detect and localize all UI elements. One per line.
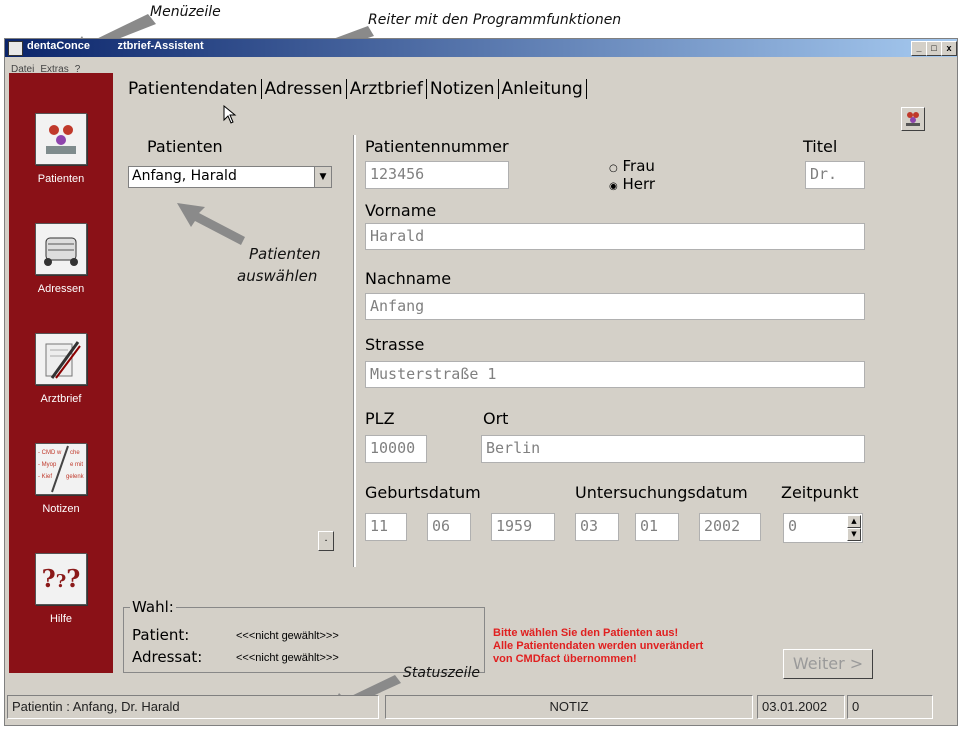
letter-pen-icon bbox=[35, 333, 87, 385]
untersuchungsjahr-field[interactable]: 2002 bbox=[699, 513, 761, 541]
titel-label: Titel bbox=[803, 137, 838, 156]
sidebar-item-hilfe[interactable]: ??? Hilfe bbox=[9, 553, 113, 625]
ort-field[interactable]: Berlin bbox=[481, 435, 865, 463]
app-icon bbox=[8, 41, 23, 56]
radio-frau[interactable]: ○ Frau bbox=[609, 157, 655, 175]
wahl-patient-value: <<<nicht gewählt>>> bbox=[236, 630, 339, 642]
patient-select-value: Anfang, Harald bbox=[132, 168, 237, 184]
radio-circle-icon: ○ bbox=[609, 163, 618, 174]
callout-patienten-1: Patienten bbox=[249, 245, 321, 263]
wahl-group: Wahl: Patient: <<<nicht gewählt>>> Adres… bbox=[123, 598, 485, 673]
maximize-button[interactable]: □ bbox=[926, 41, 942, 56]
wahl-adressat-label: Adressat: bbox=[132, 648, 203, 666]
warning-line-2: Alle Patientendaten werden unverändert bbox=[493, 640, 704, 652]
tab-bar: Patientendaten Adressen Arztbrief Notizen An… bbox=[125, 79, 587, 99]
strasse-field[interactable]: Musterstraße 1 bbox=[365, 361, 865, 388]
strasse-label: Strasse bbox=[365, 335, 425, 354]
callout-arrow-patienten bbox=[177, 203, 245, 245]
radio-frau-label: Frau bbox=[622, 157, 655, 175]
tab-arztbrief[interactable]: Arztbrief bbox=[347, 79, 427, 99]
untersuchungsdatum-label: Untersuchungsdatum bbox=[575, 483, 748, 502]
minimize-button[interactable]: _ bbox=[911, 41, 927, 56]
app-window: dentaConce ztbrief-Assistent _ □ x Datei… bbox=[4, 38, 958, 726]
geburtsjahr-field[interactable]: 1959 bbox=[491, 513, 555, 541]
vorname-label: Vorname bbox=[365, 201, 437, 220]
panel-divider bbox=[353, 135, 356, 567]
zeitpunkt-label: Zeitpunkt bbox=[781, 483, 859, 502]
patients-icon bbox=[35, 113, 87, 165]
wahl-legend: Wahl: bbox=[130, 598, 176, 616]
patient-select[interactable]: Anfang, Harald ▼ bbox=[128, 166, 332, 188]
help-icon: ??? bbox=[35, 553, 87, 605]
untersuchungsmonat-field[interactable]: 01 bbox=[635, 513, 679, 541]
status-count: 0 bbox=[847, 695, 933, 719]
sidebar: Patienten Adressen Arztbrief - CMD w che… bbox=[9, 73, 113, 673]
status-notiz: NOTIZ bbox=[385, 695, 753, 719]
patients-small-button[interactable] bbox=[901, 107, 925, 131]
patients-small-icon bbox=[906, 112, 920, 126]
nachname-field[interactable]: Anfang bbox=[365, 293, 865, 320]
spinner-down-button[interactable]: ▼ bbox=[847, 528, 861, 541]
callout-statuszeile: Statuszeile bbox=[403, 665, 480, 681]
title-bar: dentaConce ztbrief-Assistent _ □ x bbox=[5, 39, 957, 57]
spinner-up-button[interactable]: ▲ bbox=[847, 515, 861, 528]
status-patient: Patientin : Anfang, Dr. Harald bbox=[7, 695, 379, 719]
plz-label: PLZ bbox=[365, 409, 395, 428]
small-dot-button[interactable]: . bbox=[318, 531, 334, 551]
status-date: 03.01.2002 bbox=[757, 695, 845, 719]
radio-herr[interactable]: ◉ Herr bbox=[609, 175, 655, 193]
tab-adressen[interactable]: Adressen bbox=[262, 79, 347, 99]
geburtsmonat-field[interactable]: 06 bbox=[427, 513, 471, 541]
sidebar-item-adressen[interactable]: Adressen bbox=[9, 223, 113, 295]
wahl-adressat-value: <<<nicht gewählt>>> bbox=[236, 652, 339, 664]
untersuchungstag-field[interactable]: 03 bbox=[575, 513, 619, 541]
mouse-cursor-icon bbox=[223, 105, 237, 124]
titel-field[interactable]: Dr. bbox=[805, 161, 865, 189]
close-button[interactable]: x bbox=[941, 41, 957, 56]
plz-field[interactable]: 10000 bbox=[365, 435, 427, 463]
sidebar-item-patienten[interactable]: Patienten bbox=[9, 113, 113, 185]
sidebar-item-notizen[interactable]: - CMD w che - Myop e mit - Kief gelenk N… bbox=[9, 443, 113, 515]
sidebar-item-arztbrief[interactable]: Arztbrief bbox=[9, 333, 113, 405]
menu-bar: Datei Extras? bbox=[5, 57, 957, 75]
nachname-label: Nachname bbox=[365, 269, 452, 288]
ort-label: Ort bbox=[483, 409, 509, 428]
geburtstag-field[interactable]: 11 bbox=[365, 513, 407, 541]
window-title: dentaConce ztbrief-Assistent bbox=[27, 40, 204, 52]
tab-notizen[interactable]: Notizen bbox=[427, 79, 499, 99]
wahl-patient-label: Patient: bbox=[132, 626, 190, 644]
notes-icon: - CMD w che - Myop e mit - Kief gelenk bbox=[35, 443, 87, 495]
warning-line-1: Bitte wählen Sie den Patienten aus! bbox=[493, 627, 679, 639]
rolodex-icon bbox=[35, 223, 87, 275]
tab-anleitung[interactable]: Anleitung bbox=[499, 79, 587, 99]
callout-menuzeile: Menüzeile bbox=[150, 4, 221, 20]
radio-selected-icon: ◉ bbox=[609, 181, 618, 192]
vorname-field[interactable]: Harald bbox=[365, 223, 865, 250]
weiter-button[interactable]: Weiter > bbox=[783, 649, 873, 679]
tab-patientendaten[interactable]: Patientendaten bbox=[125, 79, 262, 99]
warning-message: Bitte wählen Sie den Patienten aus! Alle… bbox=[493, 627, 703, 666]
chevron-down-icon[interactable]: ▼ bbox=[314, 167, 331, 187]
callout-reiter: Reiter mit den Programmfunktionen bbox=[368, 12, 622, 28]
patientennummer-field[interactable]: 123456 bbox=[365, 161, 509, 189]
patientennummer-label: Patientennummer bbox=[365, 137, 509, 156]
warning-line-3: von CMDfact übernommen! bbox=[493, 653, 637, 665]
callout-patienten-2: auswählen bbox=[237, 267, 318, 285]
geburtsdatum-label: Geburtsdatum bbox=[365, 483, 481, 502]
radio-herr-label: Herr bbox=[622, 175, 656, 193]
patienten-label: Patienten bbox=[147, 137, 223, 156]
